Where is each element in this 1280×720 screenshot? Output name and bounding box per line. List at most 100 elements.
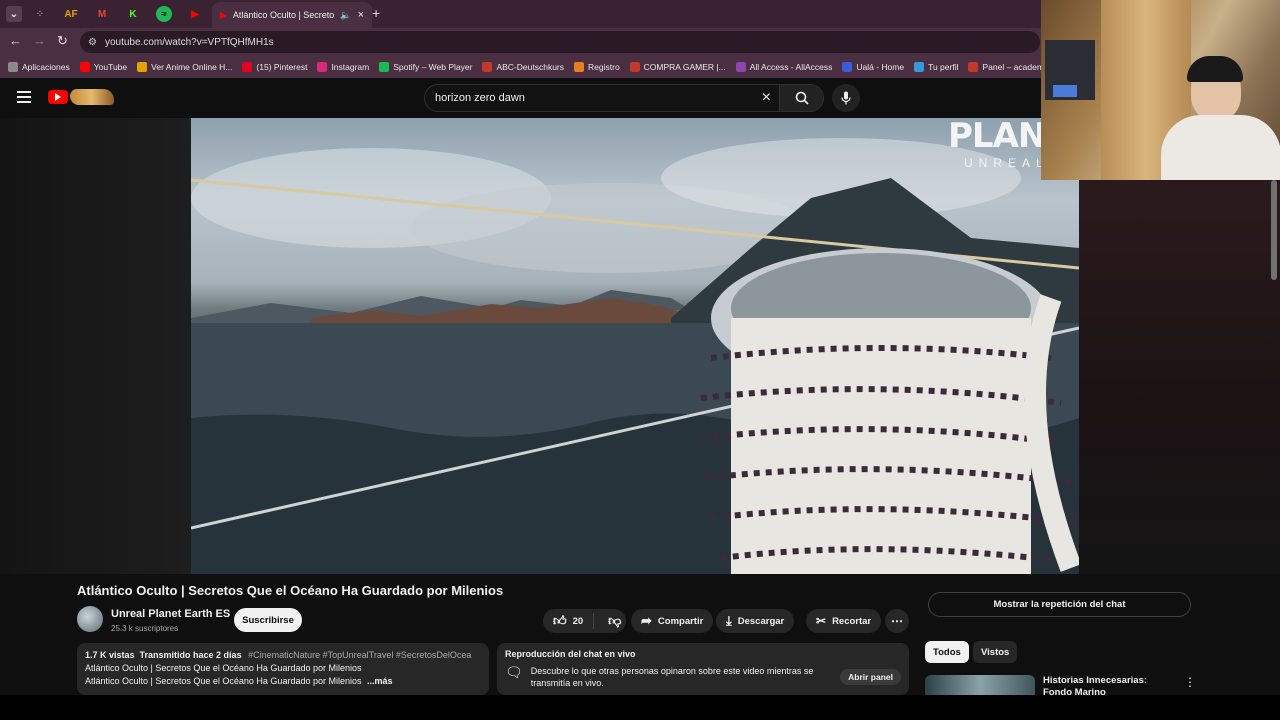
tab-kick-icon[interactable]: K <box>125 6 141 22</box>
tab-spotify-icon[interactable]: ≈ <box>156 6 172 22</box>
search-query: horizon zero dawn <box>435 92 525 104</box>
active-tab[interactable]: ▶ Atlántico Oculto | Secretos 🔈 × <box>212 2 372 28</box>
video-player[interactable] <box>191 118 1079 574</box>
scissors-icon: ✂ <box>816 614 827 628</box>
reload-icon[interactable]: ↻ <box>57 33 68 49</box>
bookmark-item[interactable]: YouTube <box>79 62 128 72</box>
watermark-main: PLANET <box>948 116 1041 156</box>
bookmark-item[interactable]: Panel – academia <box>968 62 1051 72</box>
subscriber-count: 25.3 k suscriptores <box>111 624 179 633</box>
bookmark-label: Instagram <box>331 62 370 72</box>
next-video-title[interactable]: Historias Innecesarias: Fondo Marino <box>1043 675 1173 695</box>
thumbs-down-icon: 👎︎ <box>608 613 622 628</box>
next-video-menu-icon[interactable]: ⋮ <box>1184 675 1196 689</box>
tab-youtube-icon[interactable]: ▶ <box>187 6 203 22</box>
tab-gmail-icon[interactable]: M <box>94 6 110 22</box>
bookmark-item[interactable]: COMPRA GAMER |... <box>629 62 726 72</box>
chat-replay-text: Descubre lo que otras personas opinaron … <box>530 666 814 688</box>
description-box[interactable]: 1.7 K vistas Transmitido hace 2 días #Ci… <box>77 643 489 695</box>
bookmark-icon <box>137 62 148 72</box>
bookmark-item[interactable]: Registro <box>574 62 620 72</box>
bookmark-icon <box>914 62 925 72</box>
ambient-glow <box>1079 180 1280 574</box>
close-tab-icon[interactable]: × <box>358 9 364 21</box>
new-tab-button[interactable]: + <box>372 5 380 21</box>
like-button[interactable]: 👍︎ 20 <box>543 613 595 629</box>
bookmark-icon <box>379 62 390 72</box>
back-icon[interactable]: ← <box>9 33 22 48</box>
bookmark-icon <box>482 62 493 72</box>
next-video-thumbnail[interactable] <box>925 675 1035 697</box>
bookmark-item[interactable]: Instagram <box>317 62 369 72</box>
clear-search-icon[interactable]: × <box>762 89 771 107</box>
like-count: 20 <box>572 615 584 627</box>
chip-todos[interactable]: Todos <box>925 641 969 663</box>
bookmark-icon <box>968 62 979 72</box>
dislike-button[interactable]: 👎︎ <box>600 613 629 629</box>
bookmark-item[interactable]: Aplicaciones <box>8 62 70 72</box>
open-panel-button[interactable]: Abrir panel <box>840 669 901 685</box>
search-input[interactable]: horizon zero dawn × <box>424 84 824 112</box>
bookmark-label: ABC-Deutschkurs <box>496 62 565 72</box>
bookmark-item[interactable]: Spotify – Web Player <box>379 62 472 72</box>
bookmark-item[interactable]: (15) Pinterest <box>242 62 307 72</box>
bookmark-icon <box>735 62 746 72</box>
page-scrollbar[interactable] <box>1271 180 1277 280</box>
bookmark-item[interactable]: All Access - AllAccess <box>735 62 832 72</box>
url-field[interactable]: ⚙ youtube.com/watch?v=VPTfQHfMH1s <box>80 31 1040 53</box>
tab-search-icon[interactable]: ⌄ <box>6 6 22 22</box>
bookmark-label: Registro <box>588 62 620 72</box>
bookmark-icon <box>242 62 253 72</box>
description-line-2: Atlántico Oculto | Secretos Que el Océan… <box>85 676 362 686</box>
menu-icon[interactable] <box>17 91 31 103</box>
share-button[interactable]: ➦ Compartir <box>631 609 714 633</box>
microphone-icon <box>841 91 851 105</box>
search-icon <box>795 91 809 105</box>
like-dislike-group: 👍︎ 20 👎︎ <box>543 609 626 633</box>
description-line-1: Atlántico Oculto | Secretos Que el Océan… <box>85 663 362 673</box>
tab-anime-icon[interactable]: AF <box>63 6 79 22</box>
taskbar <box>0 695 1280 720</box>
download-button[interactable]: ⤓ Descargar <box>716 609 795 633</box>
bookmark-icon <box>574 62 585 72</box>
subscribe-button[interactable]: Suscribirse <box>234 608 302 632</box>
thumbs-up-icon: 👍︎ <box>553 613 567 628</box>
tab-apps-icon[interactable]: ⁘ <box>32 6 48 22</box>
bookmark-item[interactable]: Ualá - Home <box>842 62 904 72</box>
share-icon: ➦ <box>641 613 652 628</box>
bookmark-item[interactable]: Tu perfil <box>914 62 958 72</box>
bookmark-label: Spotify – Web Player <box>393 62 473 72</box>
bookmark-icon <box>317 62 328 72</box>
bookmark-label: COMPRA GAMER |... <box>643 62 726 72</box>
more-actions-button[interactable]: ⋯ <box>885 609 909 633</box>
bookmark-label: (15) Pinterest <box>256 62 308 72</box>
voice-search-button[interactable] <box>832 84 860 112</box>
site-info-icon[interactable]: ⚙ <box>88 37 97 48</box>
video-title: Atlántico Oculto | Secretos Que el Océan… <box>77 583 504 598</box>
bookmark-label: YouTube <box>93 62 128 72</box>
bookmark-label: Ualá - Home <box>856 62 905 72</box>
show-more-link[interactable]: ...más <box>367 676 393 686</box>
bookmark-item[interactable]: Ver Anime Online H... <box>137 62 232 72</box>
bookmark-icon <box>842 62 853 72</box>
more-icon: ⋯ <box>891 614 903 628</box>
active-tab-title: Atlántico Oculto | Secretos <box>232 10 335 20</box>
youtube-tab-icon: ▶ <box>220 9 227 20</box>
clip-button[interactable]: ✂ Recortar <box>806 609 882 633</box>
youtube-logo[interactable] <box>48 90 68 104</box>
forward-icon[interactable]: → <box>33 33 46 48</box>
bookmark-icon <box>8 62 18 72</box>
hashtags[interactable]: #CinematicNature #TopUnrealTravel #Secre… <box>248 650 471 660</box>
bookmark-item[interactable]: ABC-Deutschkurs <box>482 62 564 72</box>
speaker-icon[interactable]: 🔈 <box>340 10 351 21</box>
channel-avatar[interactable] <box>77 606 103 632</box>
show-chat-replay-button[interactable]: Mostrar la repetición del chat <box>928 592 1191 617</box>
url-text: youtube.com/watch?v=VPTfQHfMH1s <box>104 36 274 48</box>
chat-replay-box: Reproducción del chat en vivo 🗨︎ Descubr… <box>497 643 909 695</box>
download-label: Descargar <box>737 615 785 627</box>
bookmark-label: Tu perfil <box>928 62 959 72</box>
channel-name[interactable]: Unreal Planet Earth ES <box>111 608 230 620</box>
chip-vistos[interactable]: Vistos <box>973 641 1018 663</box>
clip-label: Recortar <box>832 615 872 627</box>
search-button[interactable] <box>779 85 823 111</box>
